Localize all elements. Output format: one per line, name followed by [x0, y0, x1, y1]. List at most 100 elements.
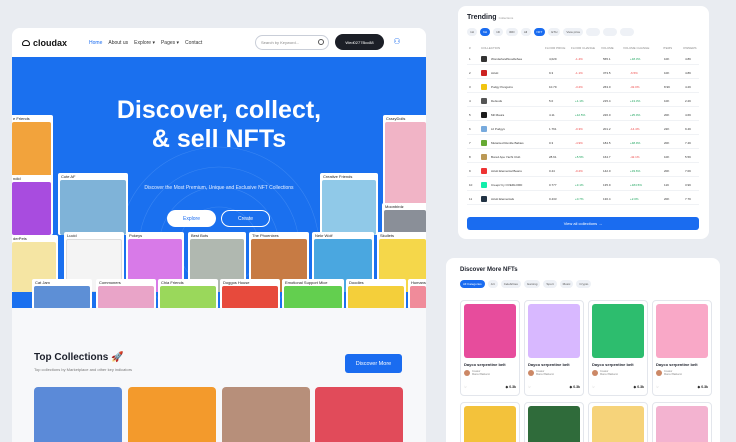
nft-card[interactable]: Chia Friends — [158, 279, 218, 308]
nft-item-card[interactable]: Dayco serpentine belt Creator Marcel Bakke… — [588, 300, 648, 396]
filter-1d[interactable]: 1D — [493, 28, 503, 36]
filter-apply[interactable] — [620, 28, 635, 36]
nft-card[interactable]: ndid — [12, 175, 53, 235]
category-sport[interactable]: Sport — [543, 280, 557, 288]
menu-pages[interactable]: Pages ▾ — [161, 40, 179, 46]
hero-title-line1: Discover, collect, — [116, 96, 322, 124]
nft-item-card[interactable]: Dayco serpentine belt Creator Marcel Bakke… — [524, 300, 584, 396]
filter-30d[interactable]: 30D — [506, 28, 518, 36]
collection-card[interactable] — [315, 387, 403, 442]
nft-image — [656, 406, 708, 442]
nft-item-card[interactable] — [524, 402, 584, 442]
nft-card[interactable]: Cute AF — [58, 173, 128, 235]
volume-change: +2.0% — [630, 197, 639, 201]
creator-name: Marcel Bakkerst — [600, 373, 618, 376]
search-input[interactable]: Search by Keyword... — [255, 35, 329, 50]
category-all[interactable]: All Categories — [460, 280, 485, 288]
filter-all[interactable]: All — [520, 28, 531, 36]
owners-count: 7.7K — [685, 197, 692, 201]
landing-page: cloudax Home About us Explore ▾ Pages ▾ … — [12, 28, 426, 442]
nft-card[interactable]: Humans — [408, 279, 426, 308]
trending-panel: Trending Collections 1H 6H 1D 30D All NFT… — [458, 6, 709, 239]
collection-card[interactable] — [128, 387, 216, 442]
collection-avatar — [481, 196, 487, 202]
nft-card[interactable]: Creative Friends — [320, 173, 378, 235]
nft-card[interactable]: Commoners — [96, 279, 156, 308]
trending-title: Trending Collections — [467, 14, 513, 21]
nft-image — [528, 304, 580, 358]
nft-image — [464, 304, 516, 358]
category-gaming[interactable]: Gaming — [523, 280, 541, 288]
menu-home[interactable]: Home — [89, 40, 102, 46]
nft-card[interactable]: Cat Jam — [32, 279, 92, 308]
nft-card-label: Cute AF — [61, 174, 76, 179]
explore-button[interactable]: Explore — [167, 210, 216, 227]
nft-item-card[interactable] — [588, 402, 648, 442]
filter-6h[interactable]: 6H — [480, 28, 490, 36]
filter-nft[interactable]: NFT — [533, 28, 546, 36]
floor-price: 4,029 — [549, 57, 557, 61]
nft-item-card[interactable]: Dayco serpentine belt Creator Marcel Bakke… — [460, 300, 520, 396]
category-crypto[interactable]: Crypto — [576, 280, 592, 288]
search-icon[interactable] — [318, 39, 324, 45]
table-row[interactable]: 2 Azuki 9.3 -1.1% 373.5 -6.5% 10K 4.8K — [467, 68, 699, 79]
category-filters: All Categories Art Celebrities Gaming Sp… — [460, 280, 592, 288]
collection-card[interactable] — [222, 387, 310, 442]
category-celebrities[interactable]: Celebrities — [500, 280, 521, 288]
owners-count: 4.8K — [685, 57, 692, 61]
wallet-button[interactable]: Wed0277Bcc88 — [335, 34, 384, 50]
floor-change: +5.5% — [575, 155, 584, 159]
floor-change: -4.9% — [575, 141, 583, 145]
rank-cell: 4 — [469, 99, 471, 103]
menu-about[interactable]: About us — [108, 40, 128, 46]
floor-change: +1.1% — [575, 99, 584, 103]
table-row[interactable]: 5 Mil Maura 4.11 +12.5% 226.0 +25.0% 20K 4.6K — [467, 110, 699, 121]
nft-card[interactable]: Doggos House — [220, 279, 280, 308]
nft-price: ◆ 0.3k — [698, 385, 708, 389]
col-collection: COLLECTION — [481, 46, 501, 50]
table-row[interactable]: 8 Bored Ape Yacht Club 28.61 +5.5% 164.7 -42.… — [467, 152, 699, 163]
volume-change: +18.3% — [630, 57, 641, 61]
volume: 135.9 — [603, 183, 611, 187]
nft-card[interactable]: Emotional Support Mice — [282, 279, 344, 308]
nft-item-card[interactable]: Dayco serpentine belt Creator Marcel Bakke… — [652, 300, 712, 396]
filter-max[interactable] — [603, 28, 618, 36]
rank-cell: 8 — [469, 155, 471, 159]
collection-avatar — [481, 182, 487, 188]
user-icon[interactable]: ⚇ — [392, 37, 402, 47]
owners-count: 4.2K — [685, 85, 692, 89]
table-row[interactable]: 1 WonderlandNoodleSea 4,029 -1.4% 565.1 +18.3… — [467, 54, 699, 65]
menu-explore[interactable]: Explore ▾ — [134, 40, 155, 46]
table-row[interactable]: 7 Mutanted Rentile Babies 0.3 -4.9% 184.5 +48… — [467, 138, 699, 149]
owners-count: 2.2K — [685, 99, 692, 103]
create-button[interactable]: Create — [221, 210, 270, 227]
nft-image — [656, 304, 708, 358]
table-row[interactable]: 10 Creepz by OVERLORD 0.777 +3.1% 135.9 +184.… — [467, 180, 699, 191]
collection-card[interactable] — [34, 387, 122, 442]
table-row[interactable]: 11 Azuki Elementals 0.433 +0.7% 130.4 +2.0% 20… — [467, 194, 699, 205]
nft-card-label: Pokeys — [129, 233, 143, 238]
nft-item-card[interactable] — [652, 402, 712, 442]
category-art[interactable]: Art — [487, 280, 498, 288]
filter-1h[interactable]: 1H — [467, 28, 477, 36]
collection-avatar — [481, 98, 487, 104]
filter-min[interactable] — [586, 28, 601, 36]
table-row[interactable]: 6 Lil Pudgys 1.761 -0.3% 201.2 -14.4% 22K 9.4K — [467, 124, 699, 135]
owners-count: 7.4K — [685, 141, 692, 145]
view-all-collections-button[interactable]: View all collections → — [467, 217, 699, 230]
table-row[interactable]: 9 Azuki Elemental Beans 0.44 -0.2% 142.0 +33.… — [467, 166, 699, 177]
filter-eth[interactable]: ETH — [548, 28, 561, 36]
floor-price: 0.3 — [549, 141, 554, 145]
search-placeholder: Search by Keyword... — [261, 40, 300, 45]
table-row[interactable]: 3 Pudgy Penguins 10.79 -3.2% 263.0 -32.0% 8.9K… — [467, 82, 699, 93]
table-row[interactable]: 4 DeGods 5.0 +1.1% 215.4 +13.3% 10K 2.2K — [467, 96, 699, 107]
category-music[interactable]: Music — [559, 280, 574, 288]
nft-card[interactable]: Doodles — [346, 279, 406, 308]
nft-item-card[interactable] — [460, 402, 520, 442]
nft-card[interactable]: Moonbirdz — [382, 203, 426, 235]
brand-logo[interactable]: cloudax — [22, 38, 67, 48]
hero-banner: Discover, collect, & sell NFTs Discover … — [12, 57, 426, 308]
discover-more-button[interactable]: Discover More — [345, 354, 402, 373]
filter-view-price[interactable]: View price — [563, 28, 584, 36]
menu-contact[interactable]: Contact — [185, 40, 202, 46]
